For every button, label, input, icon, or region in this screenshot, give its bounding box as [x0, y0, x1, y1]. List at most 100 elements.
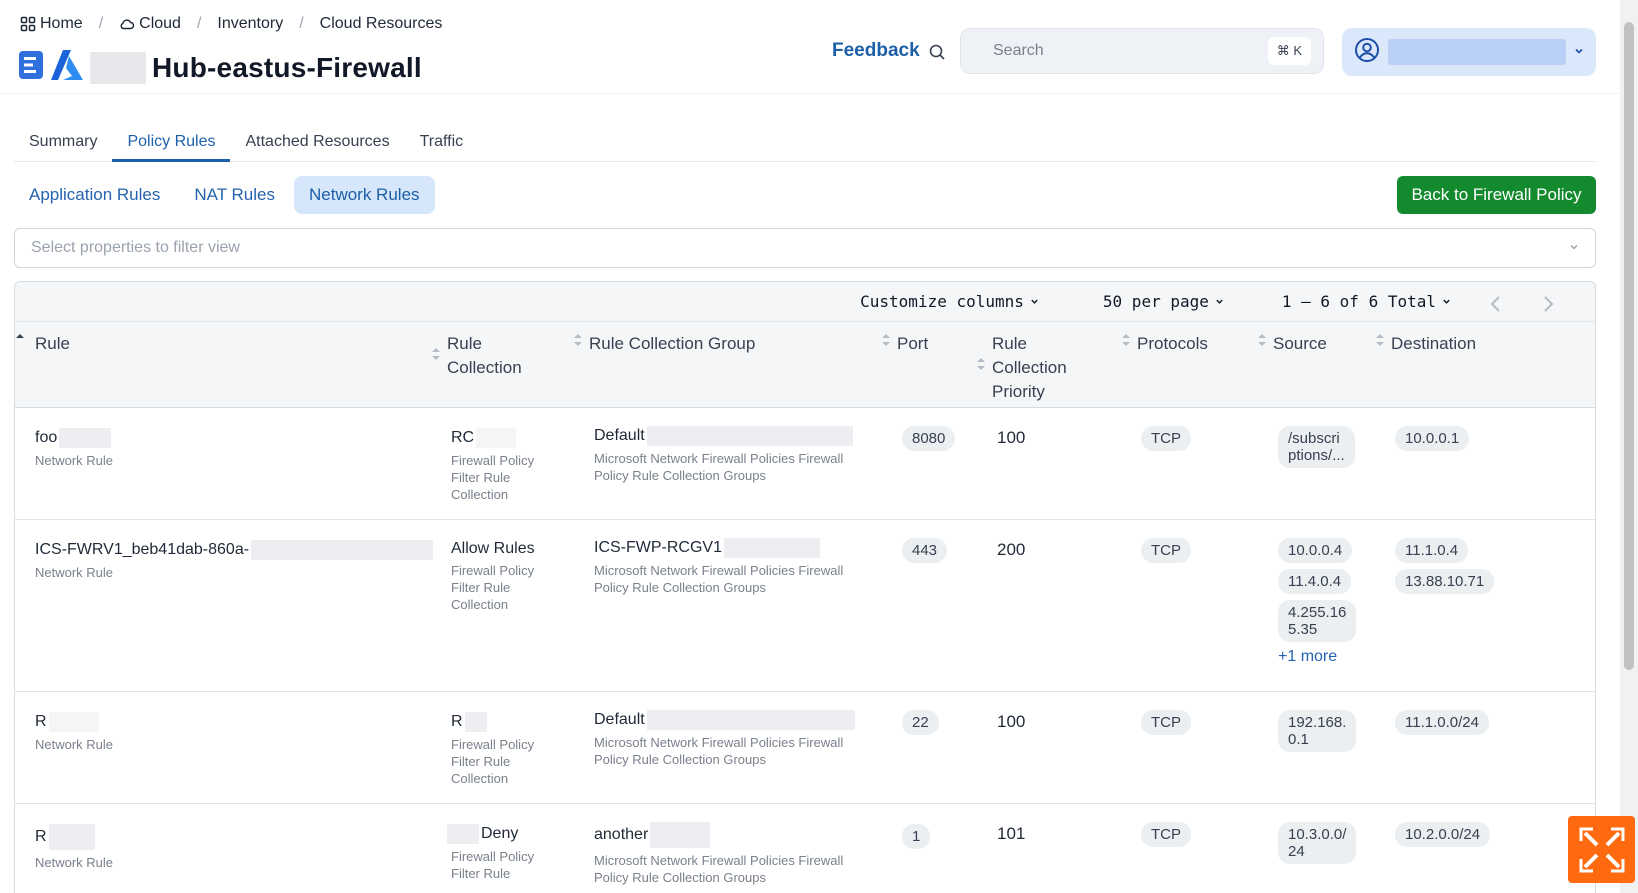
- page-scrollbar[interactable]: [1620, 0, 1638, 893]
- rule-name[interactable]: R: [35, 828, 47, 846]
- group-name[interactable]: another: [594, 826, 648, 844]
- collection-name[interactable]: Allow Rules: [451, 540, 535, 558]
- column-header-rule-collection-priority[interactable]: Rule Collection Priority: [976, 332, 1067, 404]
- port-badge: 443: [902, 538, 948, 563]
- show-more-sources-link[interactable]: +1 more: [1278, 648, 1337, 665]
- column-header-source[interactable]: Source: [1257, 332, 1327, 356]
- source-cell: /subscri ptions/...: [1278, 426, 1355, 474]
- chevron-down-icon: [1574, 43, 1584, 61]
- rule-type: Network Rule: [35, 855, 114, 870]
- breadcrumb-inventory[interactable]: Inventory: [217, 15, 283, 33]
- search-icon[interactable]: [928, 43, 946, 61]
- collection-type: Firewall Policy Filter Rule Collection: [451, 563, 535, 612]
- group-name[interactable]: Default: [594, 711, 645, 729]
- property-filter[interactable]: Select properties to filter view: [14, 228, 1596, 268]
- destination-cell: 10.0.0.1: [1395, 426, 1470, 457]
- header-divider: [0, 93, 1620, 94]
- destination-badge: 11.1.0.4: [1395, 538, 1469, 563]
- feedback-link[interactable]: Feedback: [832, 40, 920, 62]
- support-widget-button[interactable]: [1568, 816, 1635, 883]
- protocol-badge: TCP: [1141, 822, 1191, 847]
- group-type: Microsoft Network Firewall Policies Fire…: [594, 563, 844, 595]
- source-badge: /subscri ptions/...: [1278, 426, 1355, 468]
- table-row[interactable]: ICS-FWRV1_beb41dab-860a- Network Rule Al…: [15, 520, 1595, 692]
- group-name[interactable]: ICS-FWP-RCGV1: [594, 539, 722, 557]
- subtab-nat-rules[interactable]: NAT Rules: [179, 176, 290, 214]
- breadcrumb-home[interactable]: Home: [20, 15, 83, 33]
- chevron-down-icon: [1031, 299, 1038, 304]
- column-header-rule-collection[interactable]: Rule Collection: [431, 332, 522, 380]
- pagination-range-dropdown[interactable]: 1 – 6 of 6 Total: [1282, 292, 1451, 311]
- breadcrumb-cloud-resources[interactable]: Cloud Resources: [320, 15, 443, 33]
- next-page-icon[interactable]: [1541, 295, 1555, 312]
- back-to-firewall-policy-button[interactable]: Back to Firewall Policy: [1397, 176, 1596, 214]
- breadcrumb-cloud[interactable]: Cloud: [119, 15, 181, 33]
- sort-icon: [1376, 334, 1384, 346]
- scrollbar-thumb[interactable]: [1624, 22, 1634, 670]
- rule-type: Network Rule: [35, 737, 114, 752]
- tab-summary[interactable]: Summary: [14, 128, 112, 162]
- breadcrumb-home-label: Home: [40, 15, 83, 32]
- rule-type: Network Rule: [35, 565, 114, 580]
- priority-value: 101: [997, 824, 1026, 843]
- protocol-badge: TCP: [1141, 426, 1191, 451]
- source-cell: 192.168. 0.1: [1278, 710, 1357, 758]
- customize-columns-dropdown[interactable]: Customize columns: [860, 292, 1039, 311]
- port-cell: 22: [902, 710, 939, 741]
- collection-name[interactable]: RC: [451, 429, 474, 447]
- rule-name[interactable]: ICS-FWRV1_beb41dab-860a-: [35, 541, 249, 559]
- search-shortcut-badge: ⌘ K: [1267, 37, 1311, 65]
- protocol-badge: TCP: [1141, 710, 1191, 735]
- column-header-destination[interactable]: Destination: [1375, 332, 1476, 356]
- rule-cell: R Network Rule: [35, 712, 113, 753]
- breadcrumb-separator: /: [196, 15, 202, 32]
- sort-icon: [977, 358, 985, 370]
- destination-badge: 10.2.0.0/24: [1395, 822, 1491, 847]
- column-header-rule[interactable]: Rule: [15, 332, 70, 356]
- protocol-badge: TCP: [1141, 538, 1191, 563]
- collection-name[interactable]: Deny: [481, 825, 518, 843]
- rule-type: Network Rule: [35, 453, 114, 468]
- protocol-cell: TCP: [1141, 538, 1191, 569]
- table-row[interactable]: foo Network Rule RC Firewall Policy Filte…: [15, 408, 1595, 520]
- group-cell: Default Microsoft Network Firewall Polic…: [594, 710, 855, 768]
- column-header-rule-collection-group[interactable]: Rule Collection Group: [573, 332, 755, 356]
- collection-name[interactable]: R: [451, 713, 463, 731]
- grid-icon: [20, 16, 36, 32]
- tab-attached-resources[interactable]: Attached Resources: [230, 128, 404, 162]
- group-name[interactable]: Default: [594, 427, 645, 445]
- breadcrumb: Home / Cloud / Inventory / Cloud Resourc…: [20, 15, 442, 33]
- rule-name[interactable]: R: [35, 713, 47, 731]
- group-cell: ICS-FWP-RCGV1 Microsoft Network Firewall…: [594, 538, 843, 596]
- destination-cell: 11.1.0.4 13.88.10.71: [1395, 538, 1515, 600]
- source-badge: 10.0.0.4: [1278, 538, 1353, 563]
- account-menu[interactable]: [1342, 28, 1596, 76]
- port-cell: 1: [902, 824, 931, 855]
- table-row[interactable]: R Network Rule Deny Firewall Policy Filte…: [15, 804, 1595, 893]
- breadcrumb-cloud-label: Cloud: [139, 15, 181, 32]
- rule-cell: ICS-FWRV1_beb41dab-860a- Network Rule: [35, 540, 434, 581]
- rule-name[interactable]: foo: [35, 429, 57, 447]
- source-cell: 10.0.0.4 11.4.0.4 4.255.16 5.35 +1 more: [1278, 538, 1378, 666]
- group-cell: another Microsoft Network Firewall Polic…: [594, 822, 843, 886]
- destination-badge: 11.1.0.0/24: [1395, 710, 1489, 735]
- search-input[interactable]: [993, 42, 1268, 60]
- subtab-network-rules[interactable]: Network Rules: [293, 176, 435, 214]
- subtab-application-rules[interactable]: Application Rules: [14, 176, 175, 214]
- column-header-protocols[interactable]: Protocols: [1121, 332, 1208, 356]
- tab-traffic[interactable]: Traffic: [405, 128, 479, 162]
- column-header-port[interactable]: Port: [881, 332, 928, 356]
- pagination-range-label: 1 – 6 of 6 Total: [1281, 292, 1436, 311]
- previous-page-icon[interactable]: [1489, 295, 1503, 312]
- filter-placeholder: Select properties to filter view: [31, 239, 240, 256]
- global-search[interactable]: ⌘ K: [960, 28, 1324, 74]
- sort-icon: [1122, 334, 1130, 346]
- per-page-dropdown[interactable]: 50 per page: [1103, 292, 1224, 311]
- group-type: Microsoft Network Firewall Policies Fire…: [594, 451, 844, 483]
- tab-policy-rules[interactable]: Policy Rules: [112, 128, 231, 162]
- title-row: Hub-eastus-Firewall: [18, 48, 422, 87]
- table-toolbar: Customize columns 50 per page 1 – 6 of 6…: [15, 282, 1595, 322]
- source-badge: 11.4.0.4: [1278, 569, 1352, 594]
- table-row[interactable]: R Network Rule R Firewall Policy Filter R…: [15, 692, 1595, 804]
- azure-logo-icon: [50, 48, 84, 87]
